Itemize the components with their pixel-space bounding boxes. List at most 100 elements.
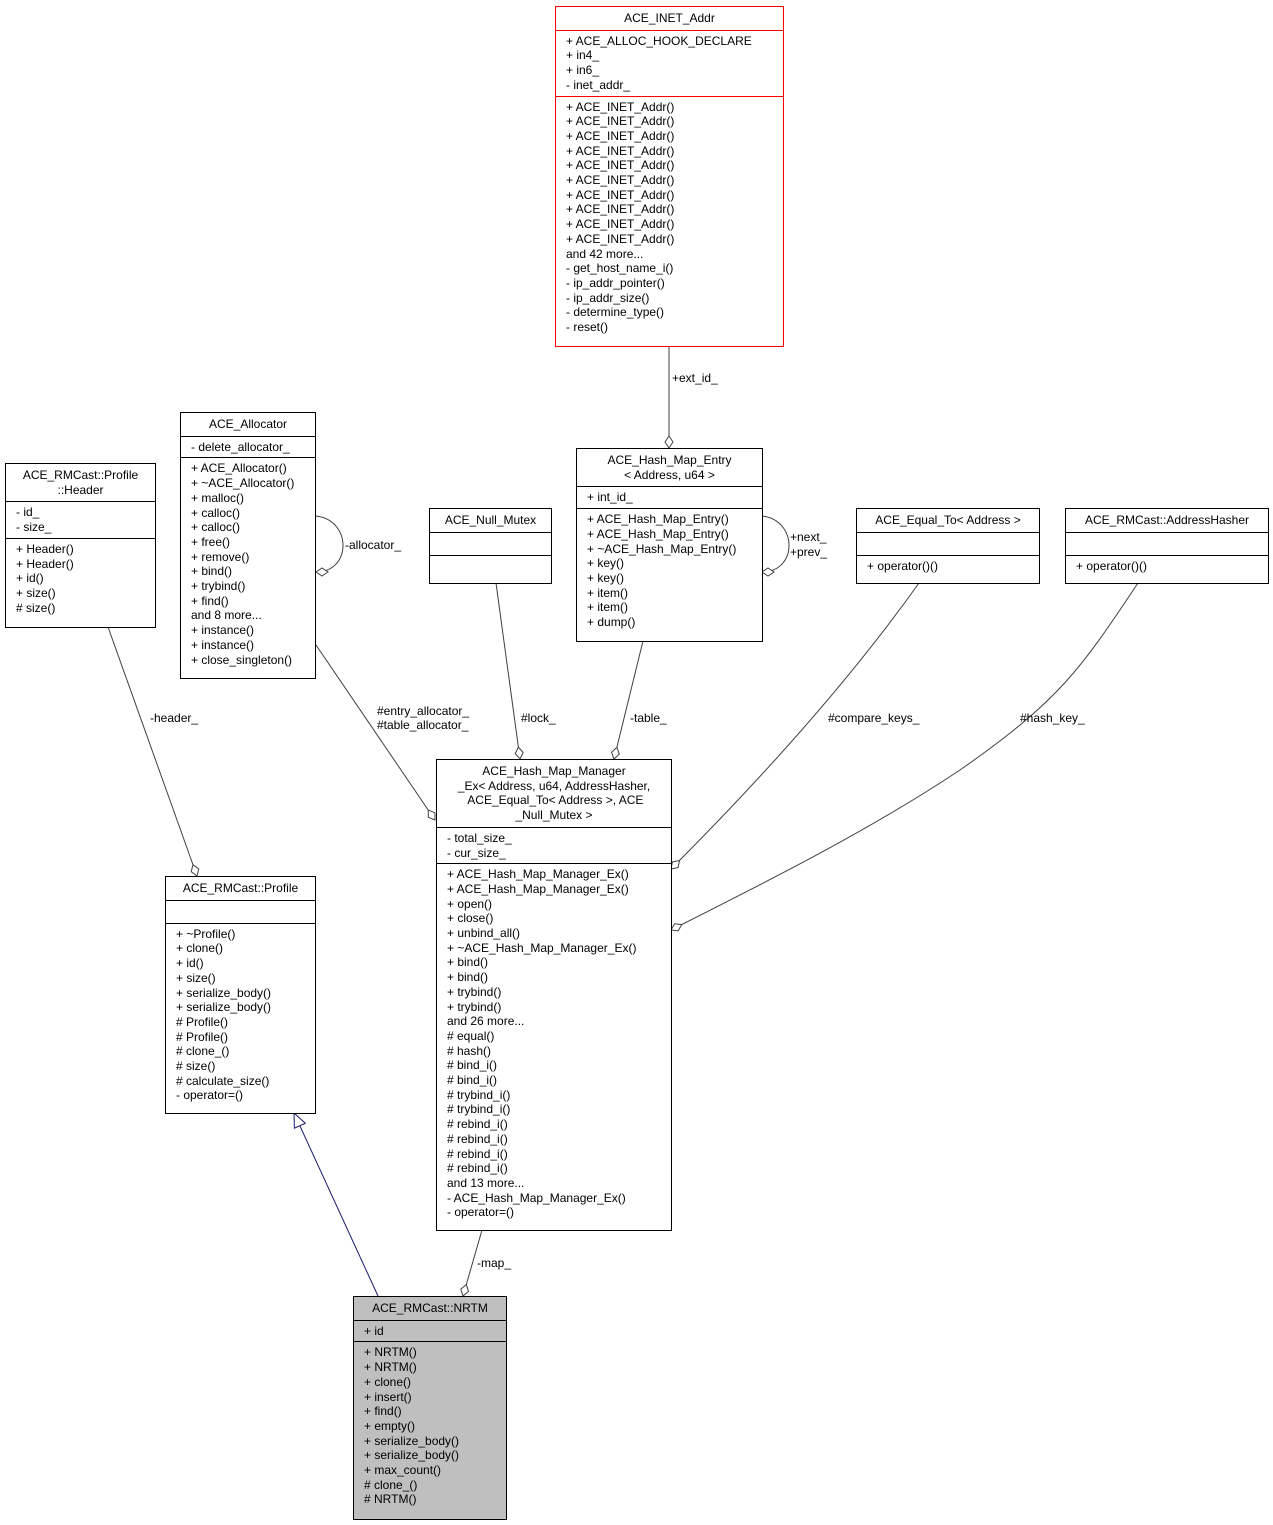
method-item: + trybind() bbox=[191, 579, 246, 594]
class-methods: + NRTM() + NRTM() + clone() + insert() + fin… bbox=[354, 1342, 506, 1510]
method-item: # NRTM() bbox=[364, 1492, 417, 1507]
edge-allocator-self bbox=[315, 515, 344, 577]
class-box-hash-map-entry[interactable]: ACE_Hash_Map_Entry < Address, u64 > + int_… bbox=[576, 448, 763, 642]
method-item: # clone_() bbox=[364, 1477, 418, 1492]
method-item: + instance() bbox=[191, 623, 255, 638]
class-box-ace-rmcast-profile[interactable]: ACE_RMCast::Profile + ~Profile() + clone()… bbox=[165, 876, 316, 1114]
method-item: + Header() bbox=[16, 556, 74, 571]
method-item: + serialize_body() bbox=[176, 1000, 272, 1015]
method-item: # Profile() bbox=[176, 1014, 229, 1029]
class-title: ACE_RMCast::Profile::Header bbox=[6, 464, 155, 503]
method-item: # rebind_i() bbox=[447, 1161, 508, 1176]
edge-label-prev: +prev_ bbox=[790, 545, 828, 559]
class-methods: + ACE_INET_Addr() + ACE_INET_Addr() + ACE_… bbox=[556, 97, 783, 338]
method-item: - get_host_name_i() bbox=[566, 261, 674, 276]
class-title: ACE_INET_Addr bbox=[556, 7, 783, 31]
method-item: - determine_type() bbox=[566, 305, 665, 320]
class-name-line: ACE_INET_Addr bbox=[624, 11, 715, 25]
method-item: - ip_addr_pointer() bbox=[566, 275, 665, 290]
class-name-line: ACE_Equal_To< Address >, ACE bbox=[464, 793, 644, 808]
class-name-line: _Ex< Address, u64, AddressHasher, bbox=[457, 778, 651, 793]
class-attributes: - delete_allocator_ bbox=[181, 437, 315, 459]
attribute-item: + id bbox=[364, 1323, 384, 1338]
attribute-item: + in6_ bbox=[566, 63, 600, 78]
method-item: + Header() bbox=[16, 541, 74, 556]
class-box-ace-equal-to[interactable]: ACE_Equal_To< Address > + operator()() bbox=[856, 508, 1040, 584]
class-attributes bbox=[166, 901, 315, 924]
class-name-line: < Address, u64 > bbox=[624, 467, 715, 482]
class-box-profile-header[interactable]: ACE_RMCast::Profile::Header- id_ - size_+… bbox=[5, 463, 156, 628]
edge-label-ext-id: +ext_id_ bbox=[672, 371, 718, 385]
method-item: + ~Profile() bbox=[176, 926, 236, 941]
method-item: + key() bbox=[587, 570, 625, 585]
method-item: + ACE_INET_Addr() bbox=[566, 187, 675, 202]
class-name-line: ACE_Equal_To< Address > bbox=[875, 513, 1021, 527]
method-item: + malloc() bbox=[191, 490, 245, 505]
method-item: # bind_i() bbox=[447, 1073, 498, 1088]
edge-label-header: -header_ bbox=[150, 711, 199, 725]
class-methods: + ACE_Hash_Map_Manager_Ex() + ACE_Hash_Ma… bbox=[437, 864, 671, 1223]
method-item: - operator=() bbox=[176, 1088, 244, 1103]
method-item: + trybind() bbox=[447, 999, 502, 1014]
class-box-ace-allocator[interactable]: ACE_Allocator - delete_allocator_ + ACE_Al… bbox=[180, 412, 316, 679]
class-methods: + Header() + Header() + id() + size() # size… bbox=[6, 539, 155, 619]
method-item: + ACE_INET_Addr() bbox=[566, 128, 675, 143]
class-name-line: ACE_RMCast::NRTM bbox=[372, 1301, 488, 1315]
method-item: # rebind_i() bbox=[447, 1146, 508, 1161]
edge-next-prev bbox=[761, 515, 790, 577]
method-item: and 42 more... bbox=[566, 246, 644, 261]
method-item: + ~ACE_Hash_Map_Manager_Ex() bbox=[447, 940, 637, 955]
method-item: + item() bbox=[587, 600, 629, 615]
attribute-item: - cur_size_ bbox=[447, 845, 506, 860]
method-item: # Profile() bbox=[176, 1029, 229, 1044]
method-item: + ~ACE_Hash_Map_Entry() bbox=[587, 541, 737, 556]
edge-label-allocator: -allocator_ bbox=[345, 538, 402, 552]
method-item: - ip_addr_size() bbox=[566, 290, 650, 305]
class-name-line: _Null_Mutex > bbox=[515, 808, 593, 823]
method-item: + NRTM() bbox=[364, 1345, 417, 1360]
method-item: + insert() bbox=[364, 1389, 412, 1404]
class-name-line: ACE_RMCast::Profile bbox=[22, 468, 139, 482]
method-item: + serialize_body() bbox=[176, 985, 272, 1000]
class-attributes bbox=[857, 533, 1039, 556]
class-box-ace-null-mutex[interactable]: ACE_Null_Mutex bbox=[429, 508, 552, 584]
class-title: ACE_Null_Mutex bbox=[430, 509, 551, 533]
class-name-line: ACE_RMCast::AddressHasher bbox=[1084, 513, 1250, 527]
class-attributes: + id bbox=[354, 1321, 506, 1343]
method-item: + calloc() bbox=[191, 505, 241, 520]
method-item: + bind() bbox=[191, 564, 233, 579]
class-name-line: ACE_Hash_Map_Manager bbox=[482, 764, 626, 778]
method-item: + NRTM() bbox=[364, 1360, 417, 1375]
method-item: and 26 more... bbox=[447, 1014, 525, 1029]
class-box-ace-inet-addr[interactable]: ACE_INET_Addr + ACE_ALLOC_HOOK_DECLARE + i… bbox=[555, 6, 784, 347]
method-item: + serialize_body() bbox=[364, 1433, 460, 1448]
method-item: + trybind() bbox=[447, 984, 502, 999]
method-item: + item() bbox=[587, 585, 629, 600]
method-item: + ACE_INET_Addr() bbox=[566, 158, 675, 173]
method-item: + ACE_INET_Addr() bbox=[566, 173, 675, 188]
method-item: + size() bbox=[176, 970, 216, 985]
method-item: + ACE_Hash_Map_Manager_Ex() bbox=[447, 881, 629, 896]
class-title: ACE_RMCast::NRTM bbox=[354, 1297, 506, 1321]
class-title: ACE_Hash_Map_Entry < Address, u64 > bbox=[577, 449, 762, 488]
method-item: + find() bbox=[191, 593, 229, 608]
class-box-hash-map-manager-ex[interactable]: ACE_Hash_Map_Manager _Ex< Address, u64, A… bbox=[436, 759, 672, 1231]
method-item: + clone() bbox=[176, 941, 224, 956]
attribute-item: + ACE_ALLOC_HOOK_DECLARE bbox=[566, 33, 752, 48]
method-item: + bind() bbox=[447, 955, 489, 970]
class-name-line: ::Header bbox=[57, 482, 104, 497]
method-item: + ACE_Hash_Map_Manager_Ex() bbox=[447, 867, 629, 882]
class-attributes bbox=[1066, 533, 1268, 556]
class-box-address-hasher[interactable]: ACE_RMCast::AddressHasher + operator()() bbox=[1065, 508, 1269, 584]
method-item: + close_singleton() bbox=[191, 652, 293, 667]
method-item: - operator=() bbox=[447, 1205, 515, 1220]
attribute-item: + int_id_ bbox=[587, 490, 633, 505]
class-methods: + ACE_Allocator() + ~ACE_Allocator() + mal… bbox=[181, 458, 315, 670]
edge-allocators bbox=[315, 644, 436, 821]
attribute-item: - id_ bbox=[16, 505, 40, 520]
method-item: + open() bbox=[447, 896, 493, 911]
method-item: + ACE_INET_Addr() bbox=[566, 202, 675, 217]
attribute-item: - size_ bbox=[16, 520, 52, 535]
method-item: + clone() bbox=[364, 1374, 412, 1389]
class-box-ace-rmcast-nrtm[interactable]: ACE_RMCast::NRTM + id + NRTM() + NRTM() + cl… bbox=[353, 1296, 507, 1520]
